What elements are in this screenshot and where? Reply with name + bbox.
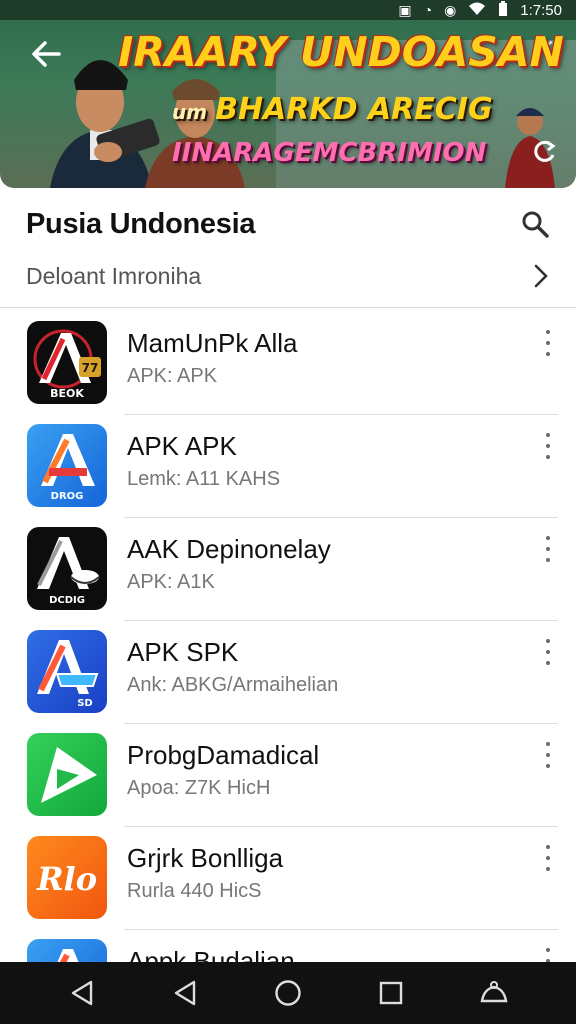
category-link[interactable]: Deloant Imroniha (0, 254, 576, 298)
app-icon: DROG (27, 424, 107, 507)
back-triangle-icon[interactable] (62, 973, 102, 1013)
banner-title-line-3: IINARAGEMCBRIMION (172, 138, 487, 168)
more-options-icon[interactable] (542, 330, 554, 356)
app-icon-text: Rlo (36, 860, 97, 898)
app-icon: SD (27, 630, 107, 713)
search-icon[interactable] (520, 209, 550, 239)
list-item[interactable]: DCDIG AAK Depinonelay APK: A1K (0, 518, 576, 621)
banner-title-prefix: um (172, 100, 208, 124)
list-item[interactable]: Rlo Grjrk Bonlliga Rurla 440 HicS (0, 827, 576, 930)
category-label: Deloant Imroniha (26, 262, 202, 289)
more-options-icon[interactable] (542, 639, 554, 665)
app-subtitle: Lemk: A11 KAHS (127, 468, 281, 490)
header-banner: ✕ IRAARY UNDOASAN um BHARKD ARECIG IINARA… (0, 0, 576, 188)
more-options-icon[interactable] (542, 536, 554, 562)
list-item[interactable]: ProbgDamadical Apoa: Z7K HicH (0, 724, 576, 827)
vibrate-icon: ▣ (398, 2, 412, 18)
app-icon-text: BEOK (50, 387, 84, 400)
rotate-icon[interactable] (532, 138, 558, 171)
app-list: 77 BEOK MamUnPk Alla APK: APK DROG APK A… (0, 312, 576, 1024)
list-item[interactable]: SD APK SPK Ank: ABKG/Armaihelian (0, 621, 576, 724)
app-name: APK APK (127, 431, 237, 461)
record-icon: ◉ (444, 2, 457, 18)
page-header: Pusia Undonesia (0, 200, 576, 248)
list-item[interactable]: DROG APK APK Lemk: A11 KAHS (0, 415, 576, 518)
app-name: AAK Depinonelay (127, 534, 331, 564)
svg-text:77: 77 (82, 361, 99, 375)
wifi-icon (468, 2, 486, 18)
app-icon: DCDIG (27, 527, 107, 610)
back-triangle-icon[interactable] (165, 973, 205, 1013)
status-time: 1:7:50 (520, 1, 562, 19)
navigation-bar (0, 962, 576, 1024)
app-icon: 77 BEOK (27, 321, 107, 404)
app-name: ProbgDamadical (127, 740, 320, 770)
status-bar: ▣ ◔ ◉ 1:7:50 (0, 0, 576, 20)
app-icon-text: SD (77, 698, 93, 709)
divider (0, 307, 576, 308)
app-name: APK SPK (127, 637, 239, 667)
app-name: MamUnPk Alla (127, 328, 298, 358)
app-subtitle: APK: APK (127, 365, 218, 387)
banner-title-text: BHARKD ARECIG (215, 92, 493, 127)
page-title: Pusia Undonesia (26, 207, 256, 240)
banner-person-image (145, 79, 245, 188)
back-arrow-icon[interactable] (22, 30, 70, 78)
home-circle-icon[interactable] (268, 973, 308, 1013)
app-icon (27, 733, 107, 816)
app-subtitle: APK: A1K (127, 571, 215, 593)
chevron-right-icon (534, 264, 548, 288)
banner-title-line-1: IRAARY UNDOASAN (118, 28, 564, 76)
recents-square-icon[interactable] (371, 973, 411, 1013)
more-options-icon[interactable] (542, 845, 554, 871)
alarm-icon: ◔ (423, 2, 433, 18)
more-options-icon[interactable] (542, 742, 554, 768)
battery-icon (498, 1, 508, 19)
app-subtitle: Apoa: Z7K HicH (127, 777, 271, 799)
app-icon-text: DROG (51, 491, 84, 502)
more-options-icon[interactable] (542, 433, 554, 459)
app-name: Grjrk Bonlliga (127, 843, 284, 873)
app-icon-text: DCDIG (49, 595, 85, 606)
assistant-icon[interactable] (474, 973, 514, 1013)
banner-title-line-2: um BHARKD ARECIG (172, 92, 493, 127)
app-icon: Rlo (27, 836, 107, 919)
list-item[interactable]: 77 BEOK MamUnPk Alla APK: APK (0, 312, 576, 415)
app-subtitle: Rurla 440 HicS (127, 880, 262, 902)
app-subtitle: Ank: ABKG/Armaihelian (127, 674, 339, 696)
